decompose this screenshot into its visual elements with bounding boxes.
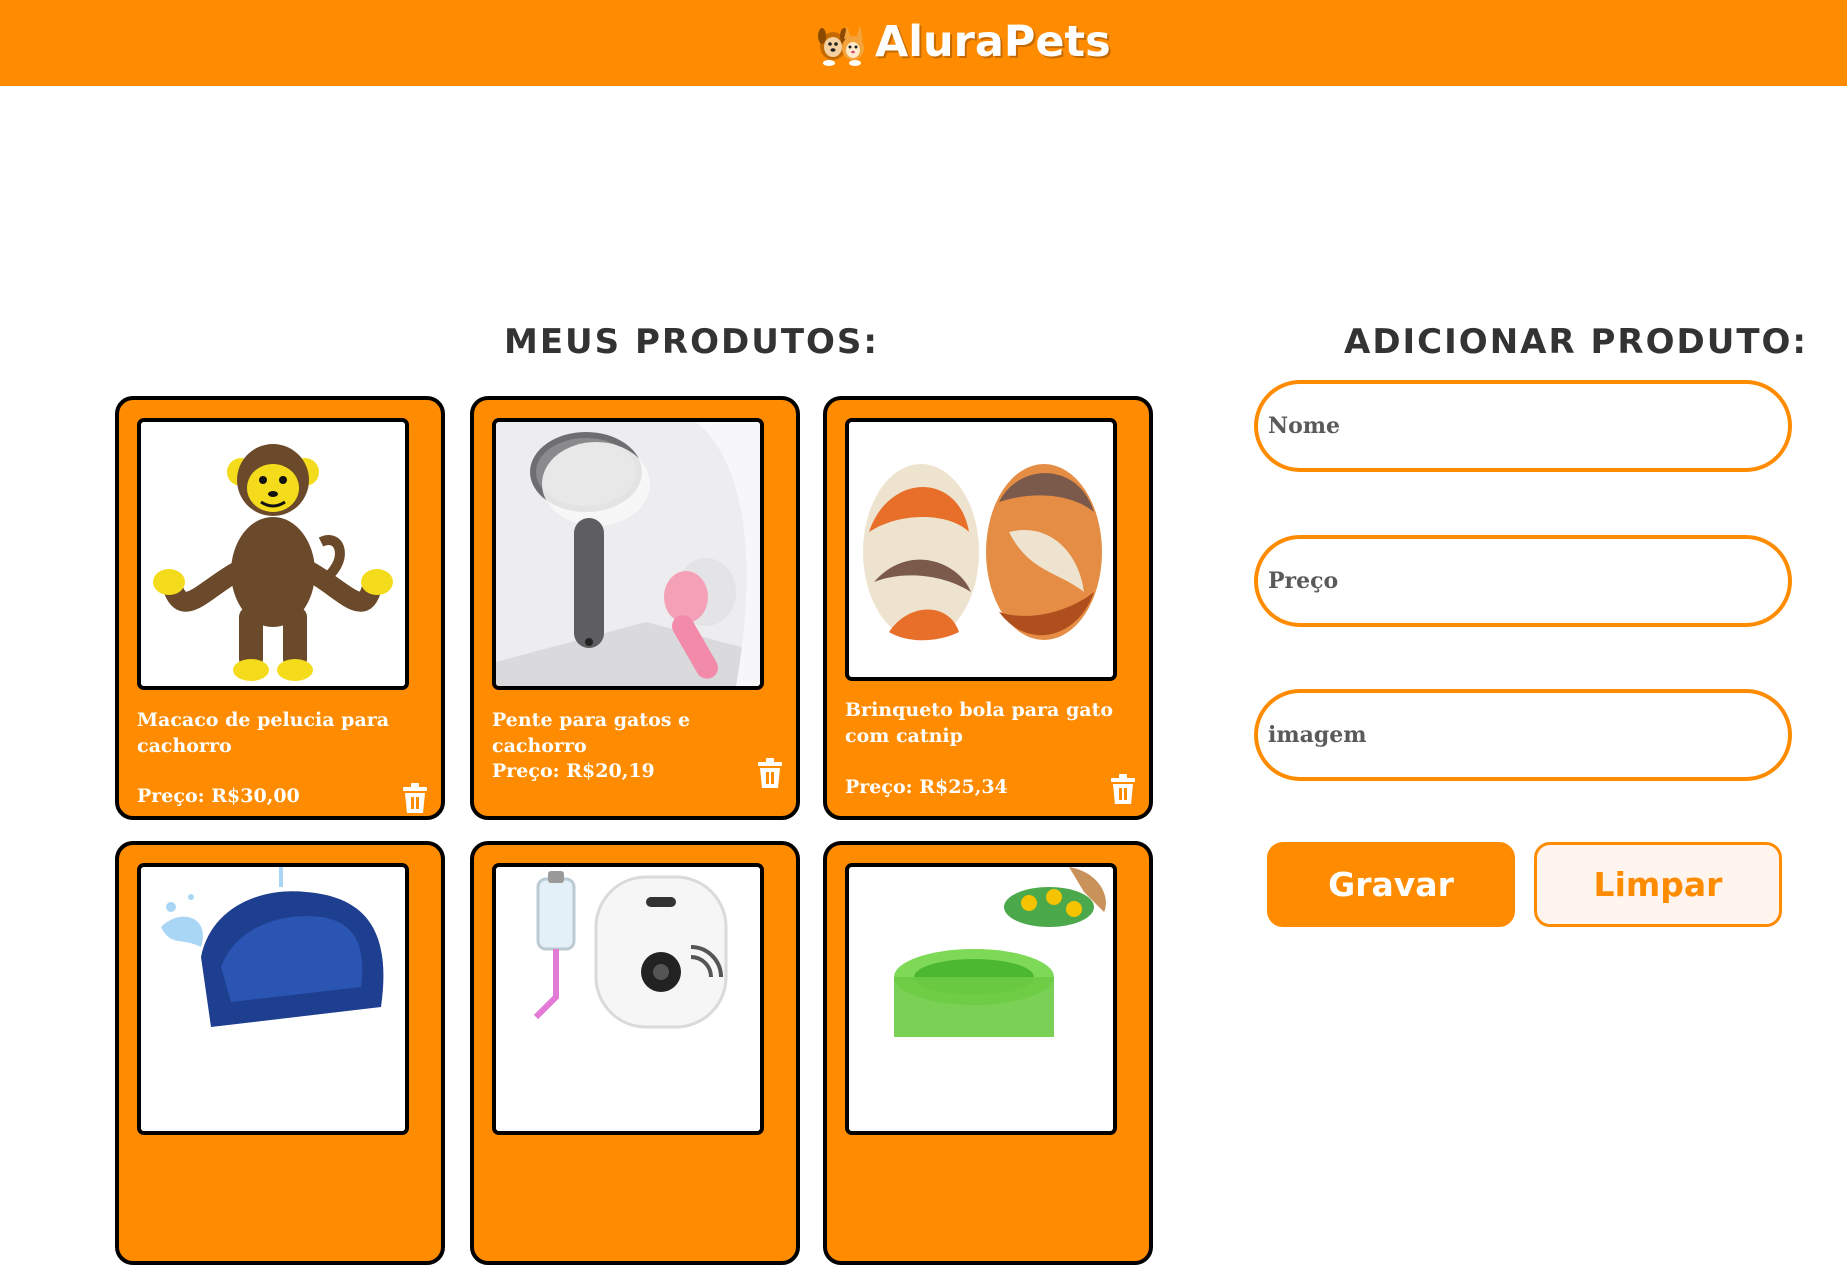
trash-icon[interactable] [756, 758, 784, 788]
product-image-puzzle-feeder [845, 863, 1117, 1135]
price-input[interactable] [1254, 535, 1792, 627]
product-price: Preço: R$25,34 [845, 776, 1008, 798]
product-image-plush-monkey [137, 418, 409, 690]
product-card [115, 841, 445, 1265]
add-product-title: Adicionar Produto: [1344, 322, 1809, 362]
product-card: Brinqueto bola para gato com catnip Preç… [823, 396, 1153, 820]
product-card [823, 841, 1153, 1265]
product-image-sisal-balls [845, 418, 1117, 681]
products-section-title: Meus Produtos: [504, 322, 880, 362]
clear-button[interactable]: Limpar [1534, 842, 1782, 927]
top-bar: AluraPets [0, 0, 1847, 86]
pets-logo-icon [818, 26, 864, 66]
product-image-automatic-feeder [492, 863, 764, 1135]
logo[interactable]: AluraPets [815, 14, 1111, 70]
product-name: Brinqueto bola para gato com catnip [845, 699, 1114, 747]
product-price: Preço: R$20,19 [492, 760, 655, 782]
product-card: Pente para gatos e cachorro Preço: R$20,… [470, 396, 800, 820]
trash-icon[interactable] [1109, 774, 1137, 804]
product-card [470, 841, 800, 1265]
products-grid: Macaco de pelucia para cachorro Preço: R… [115, 396, 1160, 1265]
logo-text: AluraPets [875, 17, 1111, 67]
name-input[interactable] [1254, 380, 1792, 472]
save-button[interactable]: Gravar [1267, 842, 1515, 927]
image-input[interactable] [1254, 689, 1792, 781]
product-image-pet-brush [492, 418, 764, 690]
product-price: Preço: R$30,00 [137, 785, 300, 807]
product-name: Macaco de pelucia para cachorro [137, 709, 390, 757]
trash-icon[interactable] [401, 783, 429, 813]
product-name: Pente para gatos e cachorro [492, 709, 691, 757]
product-card: Macaco de pelucia para cachorro Preço: R… [115, 396, 445, 820]
product-image-water-fountain [137, 863, 409, 1135]
